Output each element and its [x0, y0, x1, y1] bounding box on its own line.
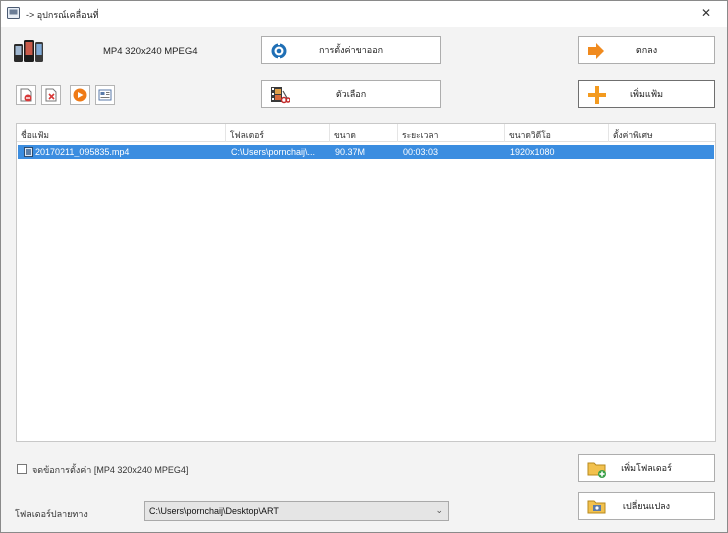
add-file-label: เพิ่มแฟ้ม: [629, 89, 664, 99]
mobile-device-icon: [14, 40, 43, 62]
converter-window: -> อุปกรณ์เคลื่อนที่ ✕ MP4 320x240 MPEG4…: [0, 0, 728, 533]
col-video-size[interactable]: ขนาดวิดีโอ: [505, 124, 609, 142]
remove-file-button[interactable]: [16, 85, 36, 105]
chevron-down-icon[interactable]: ⌄: [435, 505, 443, 516]
checkbox-box[interactable]: [17, 464, 27, 474]
play-icon: [73, 88, 87, 102]
media-info-icon: [98, 89, 112, 101]
destination-folder-value: C:\Users\pornchaij\Desktop\ART: [149, 506, 279, 516]
file-list: ชื่อแฟ้ม โฟลเดอร์ ขนาด ระยะเวลา ขนาดวิดี…: [16, 123, 716, 442]
save-setting-label: จดข้อการตั้งค่า [MP4 320x240 MPEG4]: [32, 465, 189, 475]
remove-file-icon: [20, 88, 32, 102]
ok-button[interactable]: ตกลง: [578, 36, 715, 64]
col-duration[interactable]: ระยะเวลา: [398, 124, 505, 142]
row-size: 90.37M: [335, 147, 366, 157]
table-row[interactable]: 20170211_095835.mp4 C:\Users\pornchaij\.…: [18, 145, 714, 159]
row-video-size: 1920x1080: [510, 147, 555, 157]
col-filename[interactable]: ชื่อแฟ้ม: [17, 124, 226, 142]
add-folder-button[interactable]: เพิ่มโฟลเดอร์: [578, 454, 715, 482]
title-bar: -> อุปกรณ์เคลื่อนที่ ✕: [1, 1, 727, 27]
add-file-button[interactable]: เพิ่มแฟ้ม: [578, 80, 715, 108]
clear-list-icon: [45, 88, 57, 102]
col-special[interactable]: ตั้งค่าพิเศษ: [609, 124, 715, 142]
media-info-button[interactable]: [95, 85, 115, 105]
row-duration: 00:03:03: [403, 147, 439, 157]
video-file-icon: [24, 147, 33, 157]
destination-label: โฟลเดอร์ปลายทาง: [15, 509, 88, 519]
file-list-header: ชื่อแฟ้ม โฟลเดอร์ ขนาด ระยะเวลา ขนาดวิดี…: [17, 124, 715, 142]
window-title: -> อุปกรณ์เคลื่อนที่: [26, 10, 99, 20]
destination-folder-select[interactable]: C:\Users\pornchaij\Desktop\ART ⌄: [144, 501, 449, 521]
close-icon[interactable]: ✕: [701, 6, 711, 20]
convert-label: เปลี่ยนแปลง: [622, 501, 671, 511]
row-folder: C:\Users\pornchaij\...: [231, 147, 316, 157]
format-label: MP4 320x240 MPEG4: [103, 46, 198, 57]
save-setting-checkbox[interactable]: จดข้อการตั้งค่า [MP4 320x240 MPEG4]: [17, 463, 227, 477]
play-button[interactable]: [70, 85, 90, 105]
row-filename: 20170211_095835.mp4: [35, 147, 130, 157]
output-settings-button[interactable]: การตั้งค่าขาออก: [261, 36, 441, 64]
options-label: ตัวเลือก: [335, 89, 367, 99]
ok-label: ตกลง: [635, 45, 658, 55]
app-icon: [7, 7, 20, 19]
clear-list-button[interactable]: [41, 85, 61, 105]
col-folder[interactable]: โฟลเดอร์: [226, 124, 330, 142]
convert-button[interactable]: เปลี่ยนแปลง: [578, 492, 715, 520]
add-folder-label: เพิ่มโฟลเดอร์: [621, 463, 672, 473]
output-settings-label: การตั้งค่าขาออก: [318, 45, 384, 55]
col-size[interactable]: ขนาด: [330, 124, 398, 142]
options-button[interactable]: ตัวเลือก: [261, 80, 441, 108]
